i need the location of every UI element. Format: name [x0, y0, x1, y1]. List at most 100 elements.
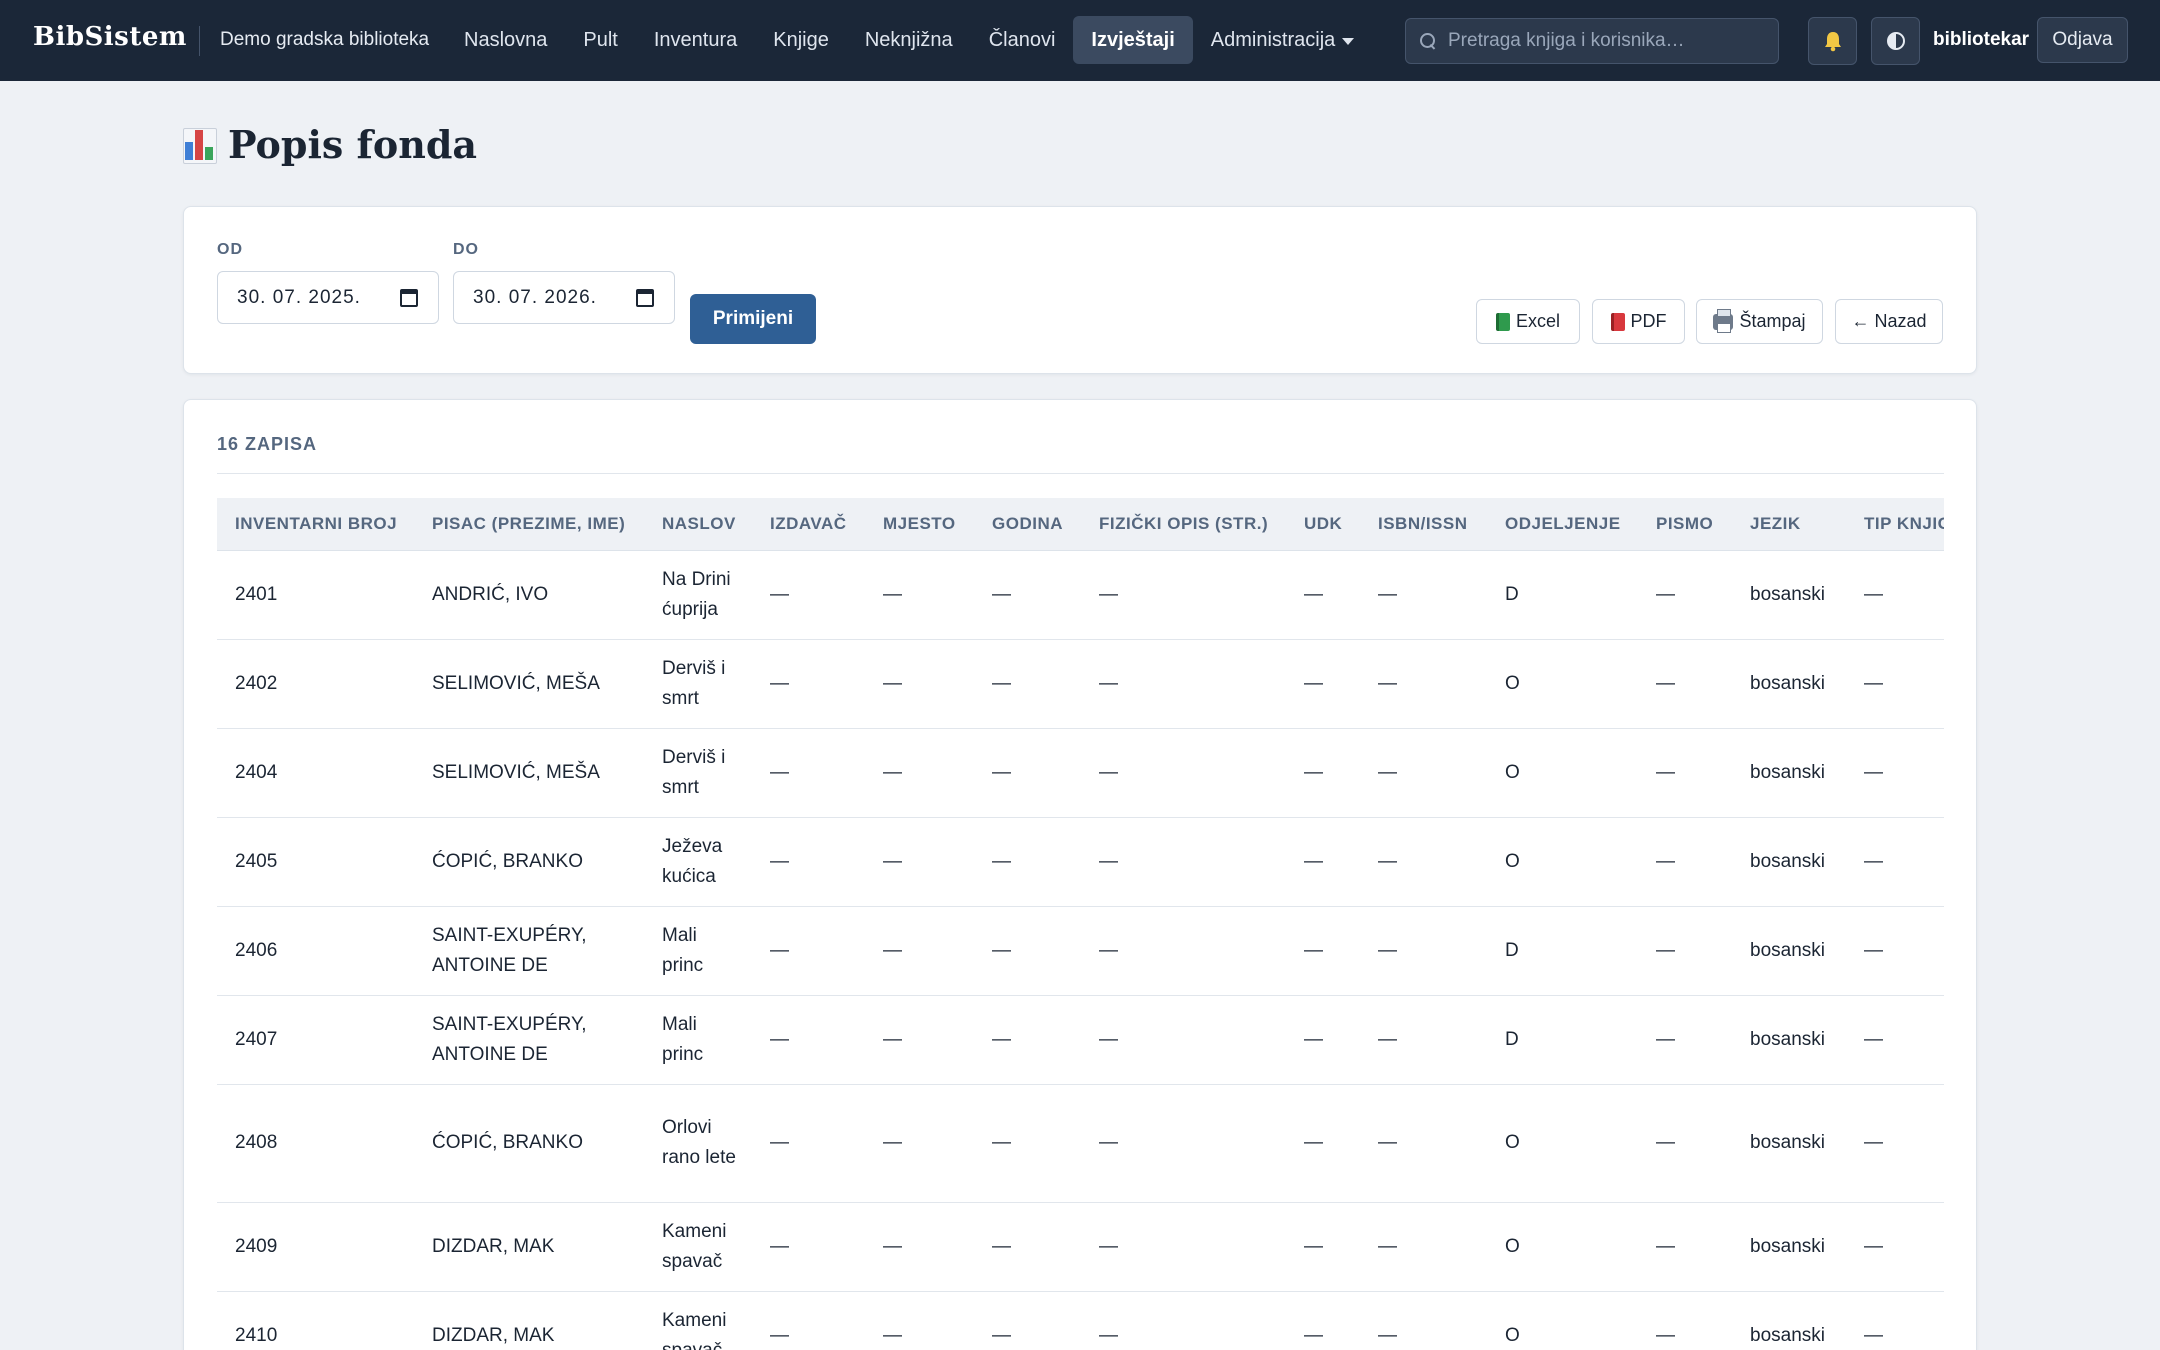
bar-chart-icon — [183, 127, 217, 164]
apply-button[interactable]: Primijeni — [690, 294, 816, 344]
page-title: Popis fonda — [228, 122, 478, 167]
nav-item-administracija[interactable]: Administracija — [1193, 16, 1372, 64]
print-button[interactable]: Štampaj — [1696, 299, 1823, 344]
cell-place: — — [865, 728, 974, 818]
brand-logo[interactable]: BibSistem — [33, 22, 187, 52]
cell-udk: — — [1286, 906, 1360, 996]
cell-language: bosanski — [1732, 639, 1846, 729]
cell-year: — — [974, 906, 1081, 996]
column-header-script[interactable]: PISMO — [1638, 498, 1732, 551]
search-icon — [1420, 33, 1436, 49]
column-header-author[interactable]: PISAC (PREZIME, IME) — [414, 498, 644, 551]
cell-isbn-issn: — — [1360, 1202, 1487, 1292]
table-row[interactable]: 2406 SAINT-EXUPÉRY, ANTOINE DE Mali princ —… — [217, 906, 1944, 996]
cell-author: ĆOPIĆ, BRANKO — [414, 1084, 644, 1203]
cell-author: SELIMOVIĆ, MEŠA — [414, 728, 644, 818]
cell-title: Derviš i smrt — [644, 728, 752, 818]
cell-department: D — [1487, 906, 1638, 996]
nav-item-clanovi[interactable]: Članovi — [971, 16, 1074, 64]
table-row[interactable]: 2408 ĆOPIĆ, BRANKO Orlovi rano lete — — — — — — O… — [217, 1084, 1944, 1203]
cell-physical-description: — — [1081, 639, 1286, 729]
cell-udk: — — [1286, 817, 1360, 907]
cell-udk: — — [1286, 995, 1360, 1085]
table-row[interactable]: 2402 SELIMOVIĆ, MEŠA Derviš i smrt — — — — — — O —… — [217, 639, 1944, 729]
cell-publisher: — — [752, 906, 865, 996]
cell-title: Mali princ — [644, 995, 752, 1085]
from-date-input[interactable]: 30. 07. 2025. — [217, 271, 439, 324]
calendar-icon[interactable] — [400, 289, 418, 307]
nav-item-neknjizna[interactable]: Neknjižna — [847, 16, 971, 64]
cell-department: O — [1487, 817, 1638, 907]
cell-title: Derviš i smrt — [644, 639, 752, 729]
results-table-scroll[interactable]: INVENTARNI BROJ PISAC (PREZIME, IME) NASLO… — [217, 498, 1944, 1350]
cell-language: bosanski — [1732, 906, 1846, 996]
cell-isbn-issn: — — [1360, 906, 1487, 996]
cell-book-type: — — [1846, 550, 1944, 640]
table-row[interactable]: 2401 ANDRIĆ, IVO Na Drini ćuprija — — — — — — D — b… — [217, 550, 1944, 640]
cell-title: Mali princ — [644, 906, 752, 996]
results-table: INVENTARNI BROJ PISAC (PREZIME, IME) NASLO… — [217, 498, 1944, 1350]
cell-physical-description: — — [1081, 995, 1286, 1085]
table-row[interactable]: 2410 DIZDAR, MAK Kameni spavač — — — — — — O — bosa… — [217, 1291, 1944, 1350]
cell-physical-description: — — [1081, 1291, 1286, 1350]
cell-inventory-number: 2401 — [217, 550, 414, 640]
cell-department: O — [1487, 639, 1638, 729]
export-excel-button[interactable]: Excel — [1476, 299, 1580, 344]
column-header-title[interactable]: NASLOV — [644, 498, 752, 551]
cell-department: O — [1487, 1202, 1638, 1292]
cell-department: D — [1487, 550, 1638, 640]
current-user: bibliotekar — [1933, 29, 2030, 50]
library-name: Demo gradska biblioteka — [220, 29, 430, 50]
cell-script: — — [1638, 1084, 1732, 1203]
cell-department: O — [1487, 1291, 1638, 1350]
column-header-isbn-issn[interactable]: ISBN/ISSN — [1360, 498, 1487, 551]
filter-card: OD 30. 07. 2025. DO 30. 07. 2026. Primij… — [183, 206, 1977, 374]
table-row[interactable]: 2405 ĆOPIĆ, BRANKO Ježeva kućica — — — — — — O — bo… — [217, 817, 1944, 907]
notifications-button[interactable] — [1808, 17, 1857, 65]
table-row[interactable]: 2404 SELIMOVIĆ, MEŠA Derviš i smrt — — — — — — O —… — [217, 728, 1944, 818]
nav-item-inventura[interactable]: Inventura — [636, 16, 755, 64]
cell-publisher: — — [752, 728, 865, 818]
cell-place: — — [865, 1202, 974, 1292]
column-header-year[interactable]: GODINA — [974, 498, 1081, 551]
cell-place: — — [865, 639, 974, 729]
nav-item-naslovna[interactable]: Naslovna — [446, 16, 565, 64]
column-header-place[interactable]: MJESTO — [865, 498, 974, 551]
logout-button[interactable]: Odjava — [2037, 17, 2128, 63]
cell-title: Na Drini ćuprija — [644, 550, 752, 640]
column-header-inventory-number[interactable]: INVENTARNI BROJ — [217, 498, 414, 551]
export-pdf-button[interactable]: PDF — [1592, 299, 1685, 344]
back-label: ← Nazad — [1851, 311, 1927, 331]
column-header-department[interactable]: ODJELJENJE — [1487, 498, 1638, 551]
cell-isbn-issn: — — [1360, 1291, 1487, 1350]
column-header-udk[interactable]: UDK — [1286, 498, 1360, 551]
column-header-publisher[interactable]: IZDAVAČ — [752, 498, 865, 551]
cell-physical-description: — — [1081, 550, 1286, 640]
column-header-language[interactable]: JEZIK — [1732, 498, 1846, 551]
cell-udk: — — [1286, 728, 1360, 818]
cell-language: bosanski — [1732, 728, 1846, 818]
cell-language: bosanski — [1732, 1291, 1846, 1350]
theme-toggle-button[interactable] — [1871, 17, 1920, 65]
from-date-value: 30. 07. 2025. — [237, 286, 361, 308]
cell-physical-description: — — [1081, 906, 1286, 996]
nav-item-pult[interactable]: Pult — [565, 16, 635, 64]
table-row[interactable]: 2407 SAINT-EXUPÉRY, ANTOINE DE Mali princ —… — [217, 995, 1944, 1085]
column-header-book-type[interactable]: TIP KNJIGE — [1846, 498, 1944, 551]
cell-publisher: — — [752, 1202, 865, 1292]
cell-inventory-number: 2404 — [217, 728, 414, 818]
to-date-input[interactable]: 30. 07. 2026. — [453, 271, 675, 324]
calendar-icon[interactable] — [636, 289, 654, 307]
search-input[interactable] — [1448, 30, 1768, 52]
theme-toggle-icon — [1886, 32, 1905, 50]
nav-item-izvjestaji[interactable]: Izvještaji — [1073, 16, 1193, 64]
nav-item-knjige[interactable]: Knjige — [755, 16, 847, 64]
main-nav: Naslovna Pult Inventura Knjige Neknjižna… — [446, 16, 1372, 64]
table-row[interactable]: 2409 DIZDAR, MAK Kameni spavač — — — — — — O — bosa… — [217, 1202, 1944, 1292]
cell-year: — — [974, 639, 1081, 729]
cell-author: SAINT-EXUPÉRY, ANTOINE DE — [414, 995, 644, 1085]
global-search[interactable] — [1405, 18, 1779, 64]
back-button[interactable]: ← Nazad — [1835, 299, 1943, 344]
brand-divider — [199, 26, 200, 56]
column-header-physical-description[interactable]: FIZIČKI OPIS (STR.) — [1081, 498, 1286, 551]
